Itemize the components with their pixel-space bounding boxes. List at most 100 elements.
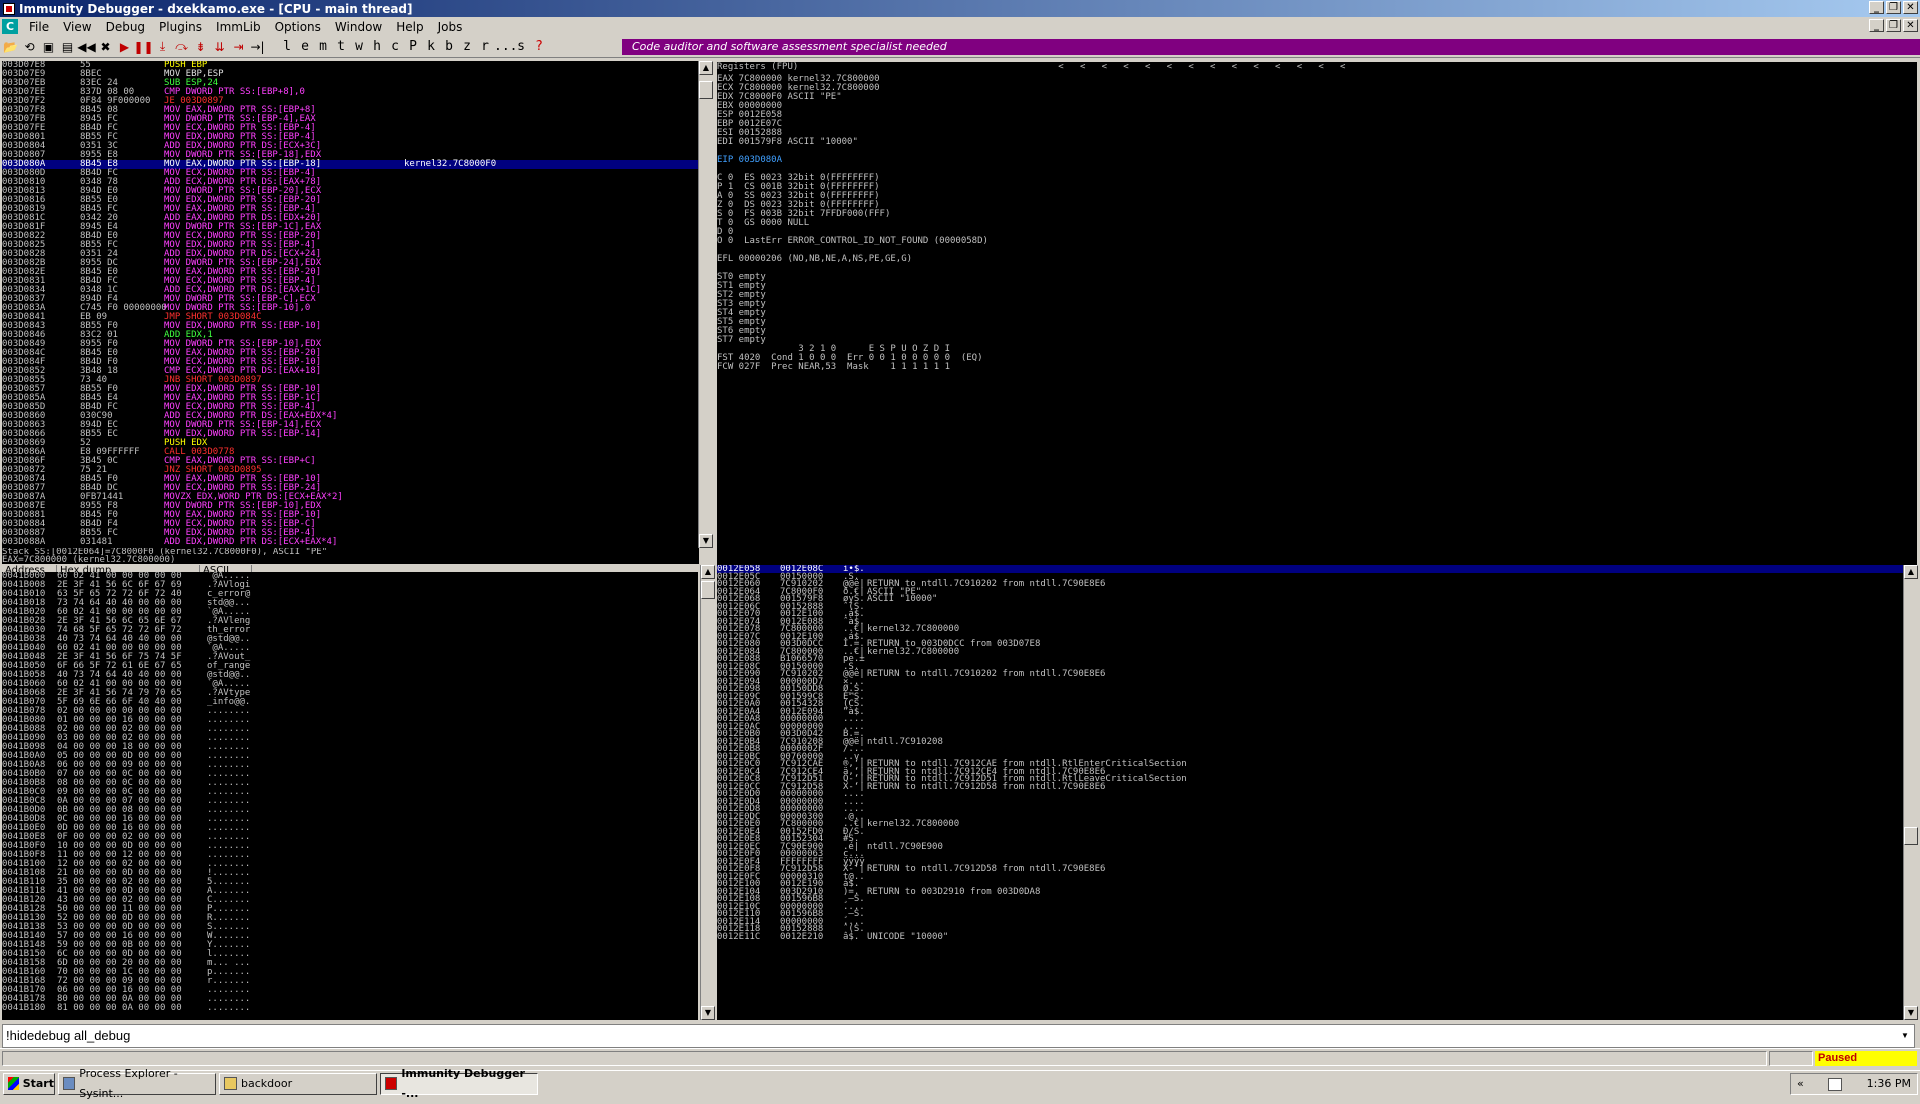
toolbar-references-button[interactable]: r [476, 39, 494, 54]
toolbar-z-button[interactable]: z [458, 39, 476, 54]
open-icon[interactable]: 📂 [2, 38, 19, 55]
scroll-thumb[interactable] [701, 581, 715, 599]
goto-icon[interactable]: →| [249, 38, 266, 55]
mdi-restore-button[interactable]: ❐ [1886, 19, 1901, 32]
restart-icon[interactable]: ⟲ [21, 38, 38, 55]
tray-app-icon[interactable] [1828, 1077, 1843, 1091]
register-line[interactable]: ST3 empty [717, 300, 1917, 309]
register-line[interactable]: ESP 0012E058 [717, 111, 1917, 120]
toolbar-modules-button[interactable]: e [296, 39, 314, 54]
stack-row[interactable]: 0012E0D4 00000000.... [717, 797, 1907, 806]
stack-row[interactable]: 0012E0EC 7C90E900 .é| ntdll.7C90E900 [717, 842, 1907, 851]
clock[interactable]: 1:36 PM [1867, 1074, 1911, 1094]
disassembly-scrollbar[interactable]: ▲ ▼ [698, 61, 713, 548]
stack-row[interactable]: 0012E090 7C910202 @@ë| RETURN to ntdll.7C91… [717, 670, 1907, 679]
register-line[interactable]: T 0 GS 0000 NULL [717, 219, 1917, 228]
stack-row[interactable]: 0012E078 7C800000 ..€| kernel32.7C800000 [717, 625, 1907, 634]
register-line[interactable]: EDI 001579F8 ASCII "10000" [717, 138, 1917, 147]
register-line[interactable]: EAX 7C800000 kernel32.7C800000 [717, 75, 1917, 84]
register-line[interactable]: EDX 7C8000F0 ASCII "PE" [717, 93, 1917, 102]
stack-row[interactable]: 0012E0CC 7C912D58 X-‘| RETURN to ntdll.7C91… [717, 782, 1907, 791]
scroll-up-icon[interactable]: ▲ [699, 61, 713, 75]
mdi-minimize-button[interactable]: _ [1869, 19, 1884, 32]
menu-debug[interactable]: Debug [99, 20, 152, 34]
stack-row[interactable]: 0012E0A0 00154328 (CS. [717, 700, 1907, 709]
register-line[interactable]: S 0 FS 003B 32bit 7FFDF000(FFF) [717, 210, 1917, 219]
chevron-down-icon[interactable]: ▼ [1898, 1028, 1912, 1044]
start-button[interactable]: Start [3, 1072, 55, 1095]
restore-button[interactable]: ❐ [1886, 1, 1901, 14]
toolbar-breakpoints-button[interactable]: b [440, 39, 458, 54]
tray-expand-icon[interactable]: « [1797, 1074, 1804, 1094]
menu-jobs[interactable]: Jobs [431, 20, 470, 34]
stack-row[interactable]: 0012E070 0012E100 .á$. [717, 610, 1907, 619]
register-line[interactable]: ST2 empty [717, 291, 1917, 300]
toolbar-source-button[interactable]: s [512, 39, 530, 54]
register-line[interactable]: ESI 00152888 [717, 129, 1917, 138]
dump-row[interactable]: 0041B180 81 00 00 00 0A 00 00 00........ [2, 1004, 698, 1013]
toolbar-handles-button[interactable]: h [368, 39, 386, 54]
trace-over-icon[interactable]: ⇊ [211, 38, 228, 55]
toolbar-runtrace-button[interactable]: ... [494, 39, 517, 54]
registers-pane[interactable]: Registers (FPU) < < < < < < < < < < < < <… [717, 62, 1917, 571]
pause-icon[interactable]: ❚❚ [133, 38, 153, 55]
stack-row[interactable]: 0012E11C 0012E210 â$. UNICODE "10000" [717, 932, 1907, 941]
toolbar-log-button[interactable]: l [278, 39, 296, 54]
ad-banner[interactable]: Code auditor and software assessment spe… [622, 39, 1920, 55]
disasm-row[interactable]: 003D07E8 55 PUSH EBP [2, 61, 699, 70]
register-line[interactable]: C 0 ES 0023 32bit 0(FFFFFFFF) [717, 174, 1917, 183]
register-line[interactable]: Z 0 DS 0023 32bit 0(FFFFFFFF) [717, 201, 1917, 210]
disasm-row[interactable]: 003D088A 031481 ADD EDX,DWORD PTR DS:[ECX+… [2, 538, 699, 547]
menu-file[interactable]: File [22, 20, 56, 34]
register-line[interactable]: A 0 SS 0023 32bit 0(FFFFFFFF) [717, 192, 1917, 201]
execute-till-return-icon[interactable]: ⇥ [230, 38, 247, 55]
stack-scrollbar[interactable]: ▲ ▼ [1903, 565, 1918, 1020]
menu-window[interactable]: Window [328, 20, 389, 34]
disassembly-pane[interactable]: 003D07E8 55 PUSH EBP 003D07E9 8BEC MOV EBP,ES… [2, 61, 699, 548]
register-line[interactable]: P 1 CS 001B 32bit 0(FFFFFFFF) [717, 183, 1917, 192]
stack-row[interactable]: 0012E0D8 00000000.... [717, 805, 1907, 814]
dump-pane[interactable]: 0041B000 60 02 41 00 00 00 00 00 `@A..... 0… [2, 572, 698, 1020]
run-icon[interactable]: ▶ [116, 38, 133, 55]
command-input[interactable]: !hidedebug all_debug [6, 1028, 130, 1043]
close-button[interactable]: ✕ [1903, 1, 1918, 14]
step-over-icon[interactable]: ⤼ [173, 38, 190, 55]
register-line[interactable]: ST4 empty [717, 309, 1917, 318]
disasm-row[interactable]: 003D0866 8B55 EC MOV EDX,DWORD PTR SS:[EBP… [2, 430, 699, 439]
menu-plugins[interactable]: Plugins [152, 20, 209, 34]
menu-options[interactable]: Options [268, 20, 328, 34]
stack-row[interactable]: 0012E110 001596B8 ¸–S. [717, 910, 1907, 919]
register-line[interactable]: EFL 00000206 (NO,NB,NE,A,NS,PE,GE,G) [717, 255, 1917, 264]
stack-row[interactable]: 0012E0A4 0012E094 ”à$. [717, 707, 1907, 716]
register-spacer[interactable] [717, 264, 1917, 273]
toolbar-cpu-button[interactable]: c [386, 39, 404, 54]
register-line[interactable]: ECX 7C800000 kernel32.7C800000 [717, 84, 1917, 93]
scroll-thumb[interactable] [1904, 827, 1918, 845]
rewind-icon[interactable]: ◀◀ [77, 38, 95, 55]
stack-row[interactable]: 0012E084 7C800000 ..€| kernel32.7C800000 [717, 647, 1907, 656]
stack-row[interactable]: 0012E058 0012E08C ì•$. [717, 565, 1907, 574]
stack-row[interactable]: 0012E114 00000000.... [717, 917, 1907, 926]
taskbar-item-backdoor[interactable]: backdoor [219, 1072, 377, 1095]
menu-view[interactable]: View [56, 20, 98, 34]
toolbar-threads-button[interactable]: t [332, 39, 350, 54]
close-process-icon[interactable]: ▣ [40, 38, 57, 55]
register-line[interactable]: ST5 empty [717, 318, 1917, 327]
stack-row[interactable]: 0012E098 00150DD8 Ø.S. [717, 685, 1907, 694]
toolbar-help-button[interactable]: ? [530, 39, 548, 54]
register-spacer[interactable] [717, 147, 1917, 156]
toolbar-memory-button[interactable]: m [314, 39, 332, 54]
scroll-down-icon[interactable]: ▼ [699, 534, 713, 548]
register-line[interactable]: FCW 027F Prec NEAR,53 Mask 1 1 1 1 1 1 [717, 363, 1917, 372]
taskbar-item-immunity-debugger[interactable]: Immunity Debugger -... [380, 1067, 538, 1100]
trace-into-icon[interactable]: ⇟ [192, 38, 209, 55]
register-nav-arrows[interactable]: < < < < < < < < < < < < < < [798, 62, 1345, 72]
stack-row[interactable]: 0012E10C 00000000.... [717, 902, 1907, 911]
minimize-button[interactable]: _ [1869, 1, 1884, 14]
scroll-up-icon[interactable]: ▲ [1904, 565, 1918, 579]
command-bar[interactable]: !hidedebug all_debug ▼ [2, 1024, 1915, 1048]
toolbar-windows-button[interactable]: w [350, 39, 368, 54]
register-line[interactable]: ST1 empty [717, 282, 1917, 291]
register-line[interactable]: EBX 00000000 [717, 102, 1917, 111]
scroll-down-icon[interactable]: ▼ [1904, 1006, 1918, 1020]
